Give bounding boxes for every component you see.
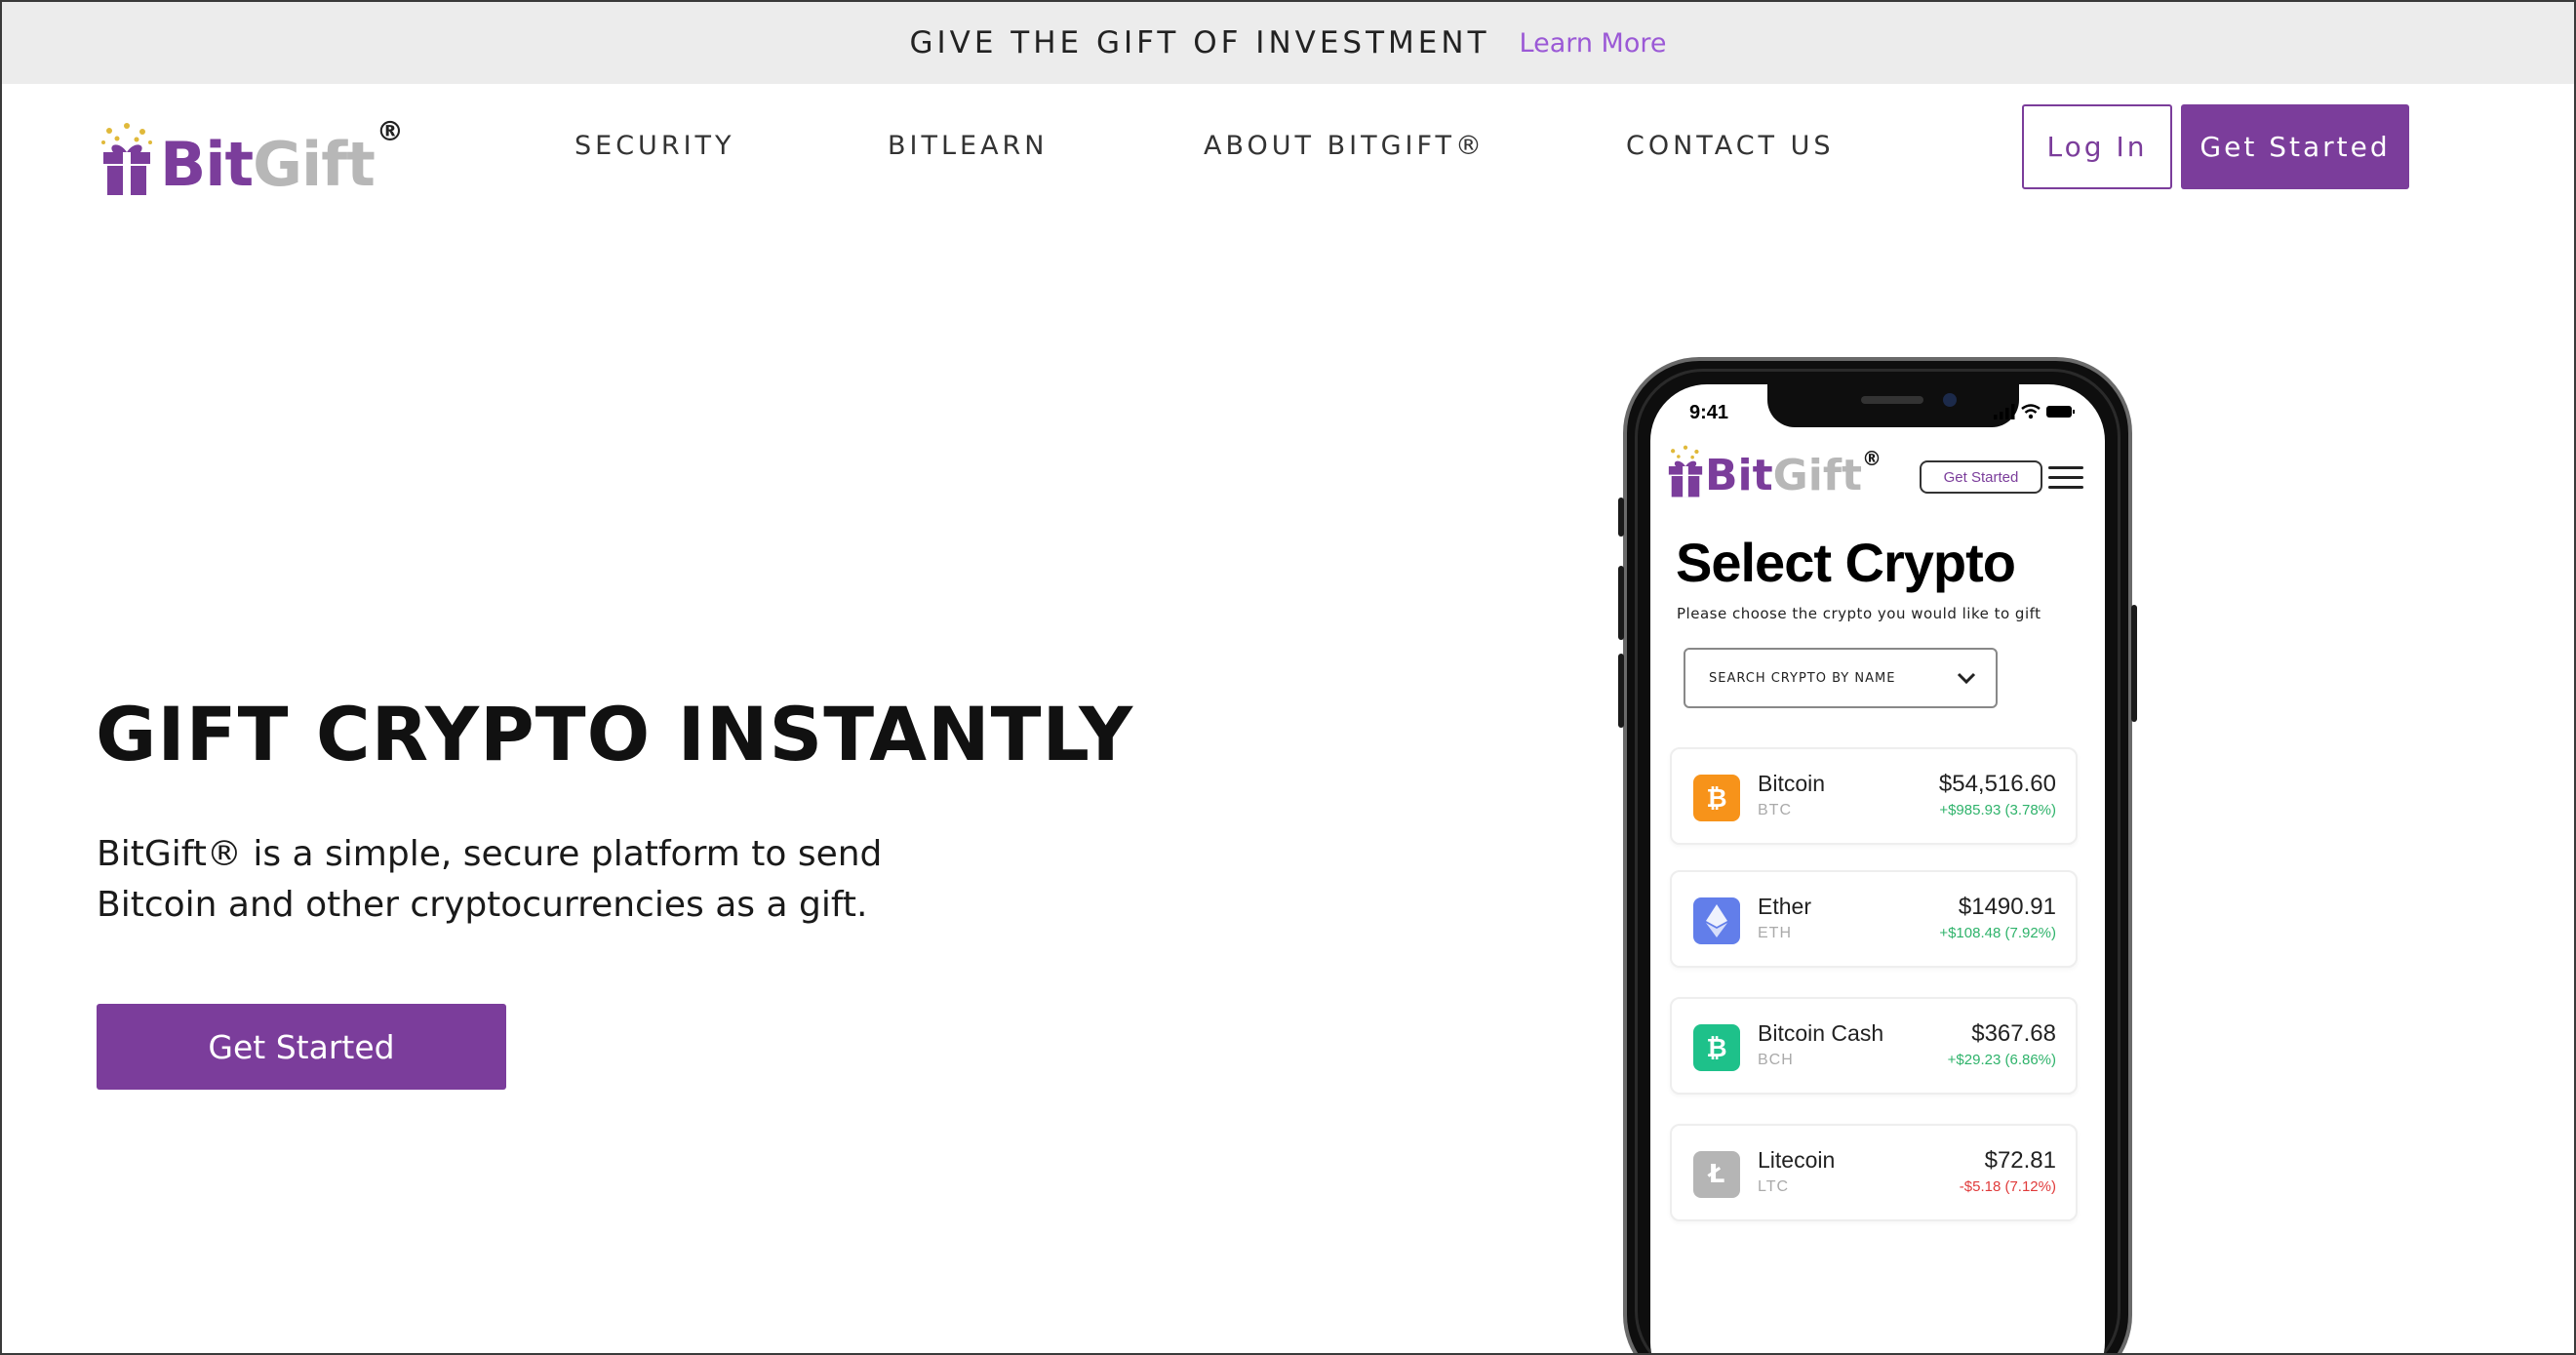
phone-volume-up	[1618, 566, 1624, 640]
status-time: 9:41	[1689, 402, 1729, 423]
coin-symbol: BTC	[1758, 802, 1792, 818]
signal-icon	[1994, 404, 2015, 419]
nav-contact-us[interactable]: CONTACT US	[1626, 131, 1835, 161]
select-crypto-title: Select Crypto	[1676, 532, 2016, 593]
bitcoin-cash-icon: ₿	[1693, 1024, 1740, 1071]
hamburger-menu-icon[interactable]	[2048, 464, 2085, 492]
bitcoin-icon: ₿	[1693, 775, 1740, 821]
coin-name: Ether	[1758, 894, 1811, 919]
coin-name: Bitcoin	[1758, 771, 1826, 796]
coin-name: Bitcoin Cash	[1758, 1020, 1884, 1046]
browser-viewport: GIVE THE GIFT OF INVESTMENT Learn More B…	[0, 0, 2576, 1355]
coin-symbol: LTC	[1758, 1178, 1790, 1195]
coin-change: +$108.48 (7.92%)	[1939, 925, 2056, 941]
site-header: BitGift ® SECURITY BITLEARN ABOUT BITGIF…	[2, 84, 2574, 211]
get-started-button[interactable]: Get Started	[2181, 104, 2409, 189]
app-logo-registered-mark: ®	[1862, 447, 1882, 470]
app-get-started-button[interactable]: Get Started	[1920, 460, 2042, 494]
phone-mute-switch	[1618, 498, 1624, 537]
wifi-icon	[2021, 404, 2041, 419]
coin-change: -$5.18 (7.12%)	[1959, 1178, 2056, 1195]
litecoin-icon: Ł	[1693, 1151, 1740, 1198]
phone-notch	[1767, 384, 2019, 427]
hero-get-started-button[interactable]: Get Started	[97, 1004, 506, 1090]
speaker-grille	[1861, 396, 1923, 404]
coin-row-ether[interactable]: Ether ETH $1490.91 +$108.48 (7.92%)	[1670, 870, 2078, 968]
nav-bitlearn[interactable]: BITLEARN	[888, 131, 1049, 161]
learn-more-link[interactable]: Learn More	[1520, 28, 1667, 59]
announcement-bar: GIVE THE GIFT OF INVESTMENT Learn More	[2, 2, 2574, 84]
hero-title: GIFT CRYPTO INSTANTLY	[96, 691, 1134, 777]
camera-icon	[1943, 393, 1957, 407]
login-button[interactable]: Log In	[2022, 104, 2172, 189]
announcement-text: GIVE THE GIFT OF INVESTMENT	[909, 25, 1490, 60]
coin-row-bitcoin-cash[interactable]: ₿ Bitcoin Cash BCH $367.68 +$29.23 (6.86…	[1670, 997, 2078, 1095]
coin-price: $367.68	[1971, 1020, 2056, 1047]
ether-icon	[1693, 897, 1740, 944]
coin-row-litecoin[interactable]: Ł Litecoin LTC $72.81 -$5.18 (7.12%)	[1670, 1124, 2078, 1221]
coin-change: +$29.23 (6.86%)	[1947, 1052, 2056, 1068]
coin-symbol: BCH	[1758, 1052, 1794, 1068]
coin-price: $1490.91	[1958, 894, 2056, 920]
select-crypto-subtitle: Please choose the crypto you would like …	[1677, 605, 2041, 622]
crypto-search-dropdown[interactable]: SEARCH CRYPTO BY NAME	[1684, 648, 1998, 708]
coin-price: $72.81	[1984, 1147, 2056, 1174]
phone-mockup: 9:41 BitGift ® Get Started Select Crypto…	[1618, 357, 2137, 1353]
battery-icon	[2046, 406, 2075, 418]
crypto-search-placeholder: SEARCH CRYPTO BY NAME	[1709, 670, 1896, 686]
app-logo-text-gift: Gift	[1772, 451, 1863, 500]
status-icons	[1994, 404, 2076, 419]
app-logo-text-bit: Bit	[1705, 451, 1773, 500]
chevron-down-icon	[1957, 672, 1976, 684]
phone-power-button	[2131, 605, 2137, 722]
hero-subtitle: BitGift® is a simple, secure platform to…	[97, 834, 883, 925]
nav-about-bitgift[interactable]: ABOUT BITGIFT®	[1204, 131, 1486, 161]
gift-box-icon	[1668, 445, 1703, 498]
coin-name: Litecoin	[1758, 1147, 1836, 1173]
coin-change: +$985.93 (3.78%)	[1939, 802, 2056, 818]
nav-security[interactable]: SECURITY	[575, 131, 735, 161]
phone-volume-down	[1618, 654, 1624, 728]
coin-price: $54,516.60	[1938, 771, 2056, 797]
app-logo[interactable]: BitGift ®	[1666, 445, 1882, 498]
phone-screen: 9:41 BitGift ® Get Started Select Crypto…	[1650, 384, 2105, 1353]
coin-row-bitcoin[interactable]: ₿ Bitcoin BTC $54,516.60 +$985.93 (3.78%…	[1670, 747, 2078, 845]
coin-symbol: ETH	[1758, 925, 1792, 941]
